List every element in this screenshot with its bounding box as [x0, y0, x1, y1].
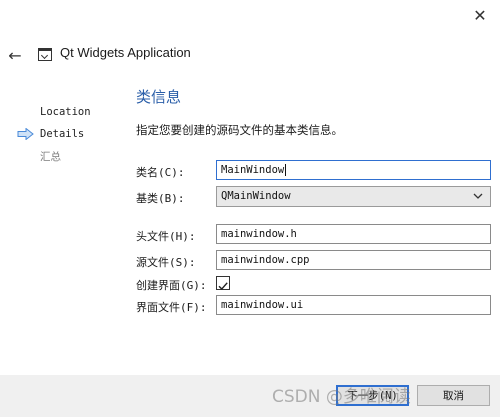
back-button[interactable]: ←: [6, 45, 24, 65]
cancel-button[interactable]: 取消: [417, 385, 490, 406]
source-file-label: 源文件(S):: [136, 256, 196, 269]
source-file-input[interactable]: mainwindow.cpp: [216, 250, 491, 270]
step-location: Location: [40, 106, 91, 118]
class-name-input[interactable]: MainWindow: [216, 160, 491, 180]
wizard-header: ← Qt Widgets Application: [0, 38, 500, 72]
text-caret: [285, 164, 287, 176]
back-arrow-icon: ←: [8, 45, 22, 65]
base-class-select[interactable]: QMainWindow: [216, 186, 491, 207]
close-icon: ✕: [473, 5, 487, 25]
class-name-value: MainWindow: [221, 164, 285, 176]
step-details: Details: [40, 128, 85, 140]
page-title: 类信息: [136, 88, 182, 106]
header-file-input[interactable]: mainwindow.h: [216, 224, 491, 244]
class-name-label: 类名(C):: [136, 166, 185, 179]
current-step-arrow-icon: [17, 128, 34, 140]
form-file-label: 界面文件(F):: [136, 301, 207, 314]
header-file-value: mainwindow.h: [221, 228, 297, 240]
page-description: 指定您要创建的源码文件的基本类信息。: [136, 123, 343, 137]
chevron-down-icon: [473, 193, 483, 199]
next-button[interactable]: 下一步(N): [336, 385, 409, 406]
wizard-title: Qt Widgets Application: [60, 45, 191, 60]
base-class-label: 基类(B):: [136, 192, 185, 205]
close-button[interactable]: ✕: [466, 2, 494, 28]
checkmark-icon: [218, 282, 228, 291]
source-file-value: mainwindow.cpp: [221, 254, 310, 266]
application-window-icon: [38, 48, 52, 61]
create-form-label: 创建界面(G):: [136, 279, 207, 292]
base-class-value: QMainWindow: [221, 190, 291, 202]
header-file-label: 头文件(H):: [136, 230, 196, 243]
step-summary: 汇总: [40, 151, 61, 163]
form-file-value: mainwindow.ui: [221, 299, 304, 311]
form-file-input[interactable]: mainwindow.ui: [216, 295, 491, 315]
create-form-checkbox[interactable]: [216, 276, 230, 291]
